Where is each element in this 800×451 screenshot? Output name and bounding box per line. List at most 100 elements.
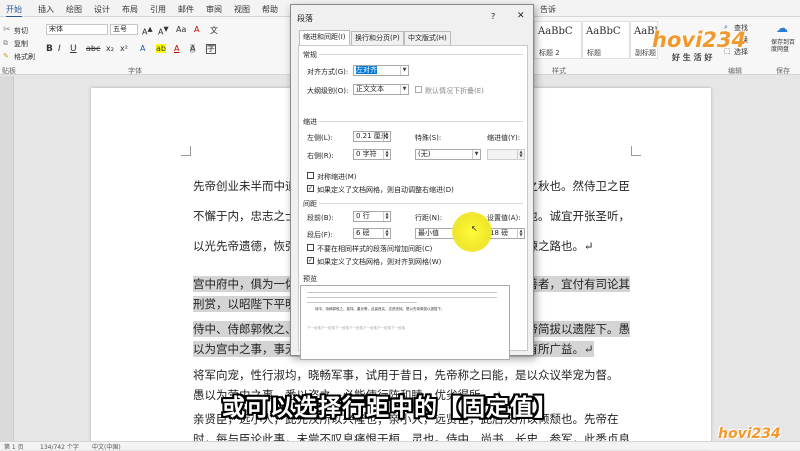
crop-mark — [181, 146, 191, 156]
highlight-icon[interactable]: ab — [156, 44, 166, 53]
no-space-checkbox[interactable] — [307, 244, 314, 251]
indent-by-label: 缩进值(Y): — [487, 134, 521, 142]
site-slogan: 好 生 活 好 — [672, 53, 713, 62]
tab-asian-typography[interactable]: 中文版式(H) — [404, 31, 451, 45]
spacing-after-value: 6 磅 — [356, 229, 370, 237]
spinner-icon[interactable]: ▲ ▼ — [517, 150, 524, 159]
tab-help[interactable]: 帮助 — [262, 4, 278, 15]
tab-line-page-breaks[interactable]: 换行和分页(P) — [351, 31, 404, 45]
at-input[interactable]: 18 磅 ▲ ▼ — [487, 228, 525, 239]
tab-mailings[interactable]: 邮件 — [178, 4, 194, 15]
format-painter-icon[interactable]: ✎ — [3, 52, 9, 60]
outline-level-select[interactable]: 正文文本 ▼ — [353, 84, 409, 95]
preview-prev-line — [307, 302, 417, 303]
help-button[interactable]: ? — [491, 12, 495, 21]
preview-prev-line — [307, 292, 497, 293]
indent-by-input[interactable]: ▲ ▼ — [487, 149, 525, 160]
subscript-icon[interactable]: x₂ — [106, 44, 114, 53]
spacing-after-label: 段后(F): — [307, 231, 333, 239]
tab-indents-spacing[interactable]: 缩进和间距(I) — [299, 30, 350, 46]
copy-icon[interactable]: ⧉ — [3, 39, 8, 48]
crop-mark — [631, 146, 641, 156]
general-header: 常规 — [303, 51, 317, 59]
snap-to-grid-label: 如果定义了文档网格，则对齐到网格(W) — [317, 258, 442, 266]
underline-icon[interactable]: U — [70, 44, 77, 54]
divider — [319, 121, 523, 122]
char-shading-icon[interactable]: A — [190, 44, 196, 53]
style-preview-text: AaBbC — [586, 26, 621, 37]
indent-right-value: 0 字符 — [356, 150, 377, 158]
paragraph-dialog: 段落 ? ✕ 缩进和间距(I) 换行和分页(P) 中文版式(H) 常规 对齐方式… — [290, 4, 534, 360]
spinner-icon[interactable]: ▲ ▼ — [517, 229, 524, 238]
tab-layout[interactable]: 布局 — [122, 4, 138, 15]
site-logo-corner: hovi234 — [718, 426, 781, 442]
indent-right-input[interactable]: 0 字符 ▲ ▼ — [353, 149, 391, 160]
auto-adjust-checkbox[interactable]: ✓ — [307, 185, 314, 192]
strikethrough-icon[interactable]: abc — [86, 44, 100, 53]
mirror-indents-checkbox[interactable] — [307, 172, 314, 179]
spinner-icon[interactable]: ▲ ▼ — [383, 229, 390, 238]
copy-button[interactable]: 复制 — [14, 39, 28, 49]
spacing-before-label: 段前(B): — [307, 214, 334, 222]
preview-prev-line — [307, 297, 497, 298]
special-select[interactable]: (无) ▼ — [415, 149, 481, 160]
change-case-icon[interactable]: Aa — [176, 25, 186, 34]
tab-references[interactable]: 引用 — [150, 4, 166, 15]
indent-left-input[interactable]: 0.21 厘米 ▲ ▼ — [353, 131, 391, 142]
auto-adjust-label: 如果定义了文档网格，则自动调整右缩进(D) — [317, 186, 454, 194]
tab-insert[interactable]: 插入 — [38, 4, 54, 15]
doc-line[interactable]: 将军向宠，性行淑均，晓畅军事，试用于昔日，先帝称之曰能，是以众议举宠为督。 — [193, 367, 619, 383]
font-size-select[interactable]: 五号 — [110, 24, 138, 35]
close-icon[interactable]: ✕ — [517, 11, 525, 21]
save-group-label: 保存 — [776, 67, 790, 75]
scissors-icon[interactable]: ✂ — [3, 25, 11, 35]
tab-review[interactable]: 审阅 — [206, 4, 222, 15]
clear-format-icon[interactable]: A — [194, 25, 199, 34]
indent-right-label: 右侧(R): — [307, 152, 334, 160]
text-effects-icon[interactable]: A — [140, 44, 145, 53]
dialog-title: 段落 — [297, 14, 313, 23]
snap-to-grid-checkbox[interactable]: ✓ — [307, 257, 314, 264]
spinner-icon[interactable]: ▲ ▼ — [383, 150, 390, 159]
superscript-icon[interactable]: x² — [120, 44, 128, 53]
spacing-after-input[interactable]: 6 磅 ▲ ▼ — [353, 228, 391, 239]
pointer-icon: ↖ — [471, 224, 478, 233]
tell-me-search[interactable]: 告诉 — [540, 4, 556, 15]
enclose-char-icon[interactable]: 字 — [206, 44, 216, 54]
special-value: (无) — [418, 150, 431, 158]
style-preview-text: AaBbC — [538, 26, 573, 37]
alignment-select[interactable]: 左对齐 ▼ — [353, 65, 409, 76]
indent-left-label: 左侧(L): — [307, 134, 333, 142]
collapse-checkbox[interactable] — [415, 86, 422, 93]
at-label: 设置值(A): — [487, 214, 521, 222]
font-name-value: 宋体 — [49, 25, 63, 33]
spacing-before-input[interactable]: 0 行 ▲ ▼ — [353, 211, 391, 222]
line-spacing-label: 行距(N): — [415, 214, 443, 222]
phonetic-icon[interactable]: 文 — [210, 25, 218, 36]
tab-home[interactable]: 开始 — [6, 4, 22, 18]
style-title[interactable]: AaBbC 标题 — [582, 21, 630, 59]
grow-font-icon[interactable]: A▲ — [142, 25, 153, 37]
font-name-select[interactable]: 宋体 — [46, 24, 108, 35]
style-heading2[interactable]: AaBbC 标题 2 — [534, 21, 582, 59]
chevron-down-icon: ▼ — [472, 150, 480, 159]
shrink-font-icon[interactable]: A▼ — [158, 25, 169, 37]
spinner-icon[interactable]: ▲ ▼ — [383, 212, 390, 221]
divider — [319, 203, 523, 204]
save-to-baidu-button[interactable]: 保存到百度网盘 — [771, 39, 799, 53]
font-color-icon[interactable]: A — [174, 44, 179, 53]
italic-icon[interactable]: I — [58, 44, 61, 54]
format-painter-button[interactable]: 格式刷 — [14, 52, 35, 62]
bold-icon[interactable]: B — [46, 44, 53, 54]
outline-level-label: 大纲级别(O): — [307, 87, 349, 95]
video-subtitle: 或可以选择行距中的【固定值】 — [222, 395, 558, 421]
alignment-value: 左对齐 — [356, 66, 377, 74]
tab-draw[interactable]: 绘图 — [66, 4, 82, 15]
tab-design[interactable]: 设计 — [94, 4, 110, 15]
special-label: 特殊(S): — [415, 134, 442, 142]
spinner-icon[interactable]: ▲ ▼ — [383, 132, 390, 141]
alignment-label: 对齐方式(G): — [307, 68, 349, 76]
cloud-save-icon[interactable]: ☁ — [776, 21, 788, 35]
tab-view[interactable]: 视图 — [234, 4, 250, 15]
cut-button[interactable]: 剪切 — [14, 26, 28, 36]
